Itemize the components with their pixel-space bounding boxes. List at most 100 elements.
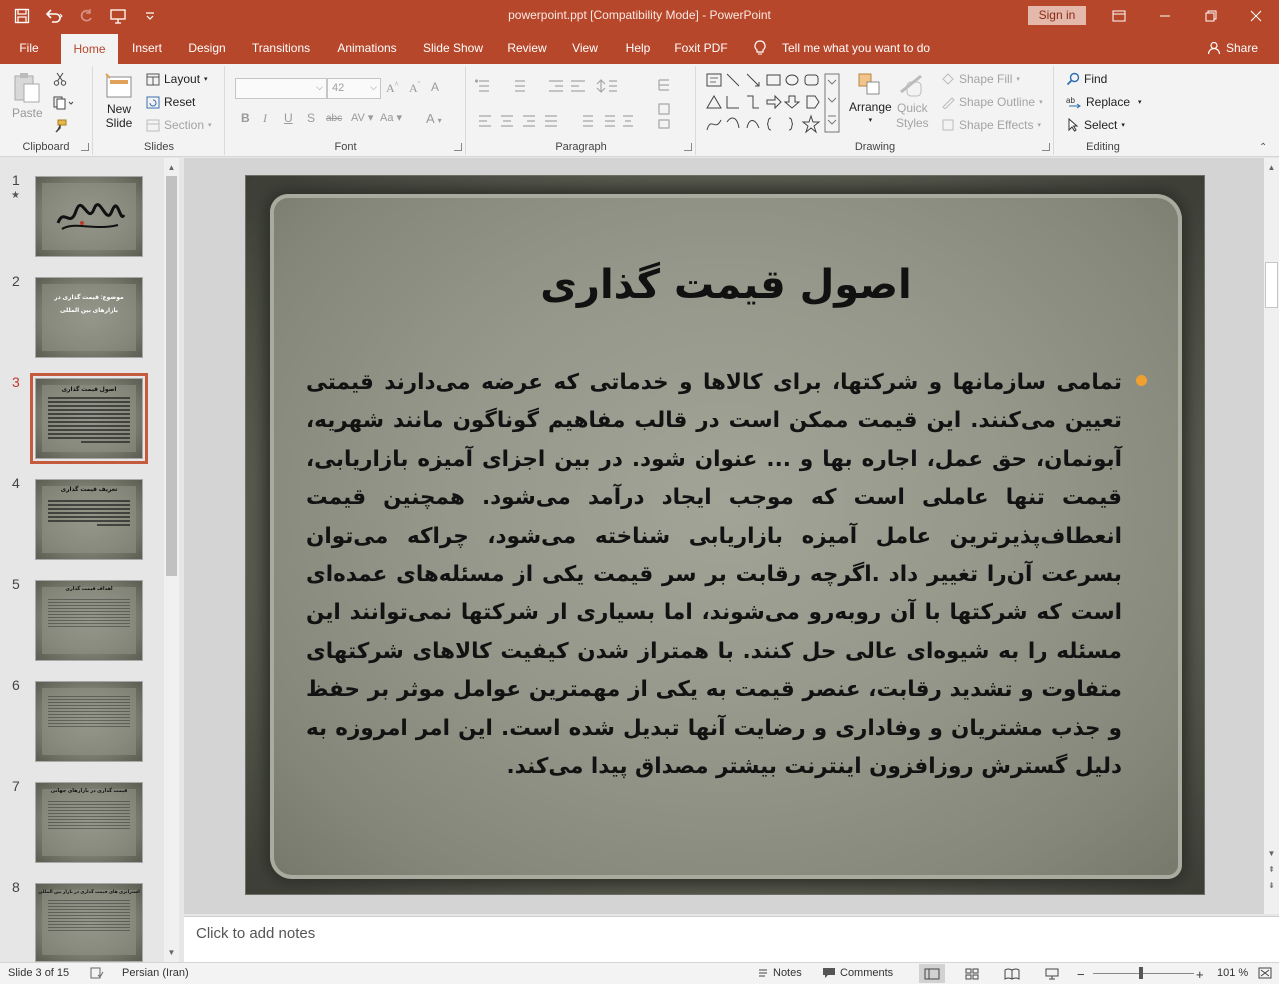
scroll-down-icon[interactable]: ▼: [164, 945, 179, 960]
paste-button[interactable]: Paste: [12, 72, 43, 120]
tab-home[interactable]: Home: [61, 34, 118, 66]
scroll-up-icon[interactable]: ▲: [164, 160, 179, 175]
scroll-down-icon[interactable]: ▼: [1264, 846, 1279, 861]
slide-thumbnail-7[interactable]: قیمت گذاری در بازارهای جهانی: [35, 782, 143, 863]
tab-file[interactable]: File: [8, 32, 50, 64]
sign-in-button[interactable]: Sign in: [1028, 6, 1086, 25]
tab-foxit-pdf[interactable]: Foxit PDF: [670, 32, 732, 64]
language-indicator[interactable]: Persian (Iran): [122, 967, 189, 979]
zoom-out-icon[interactable]: −: [1077, 967, 1085, 982]
clipboard-launcher-icon[interactable]: [81, 143, 89, 151]
save-icon[interactable]: [10, 5, 34, 27]
paragraph-launcher-icon[interactable]: [684, 143, 692, 151]
slide-sorter-view-icon[interactable]: [959, 964, 985, 983]
notes-pane[interactable]: Click to add notes: [184, 916, 1279, 962]
tab-insert[interactable]: Insert: [124, 32, 170, 64]
slide-thumbnail-6[interactable]: [35, 681, 143, 762]
slide-thumbnail-1[interactable]: [35, 176, 143, 257]
tell-me-box[interactable]: Tell me what you want to do: [754, 32, 930, 64]
tab-view[interactable]: View: [565, 32, 605, 64]
zoom-slider[interactable]: [1093, 973, 1194, 974]
replace-button[interactable]: ab Replace ▾: [1066, 95, 1142, 109]
normal-view-icon[interactable]: [919, 964, 945, 983]
start-from-beginning-icon[interactable]: [106, 5, 130, 27]
slide-thumbnail-5[interactable]: اهداف قیمت گذاری: [35, 580, 143, 661]
slide-title[interactable]: اصول قیمت گذاری: [246, 262, 1204, 308]
spell-check-icon[interactable]: [90, 967, 104, 979]
quick-styles-label-2: Styles: [896, 116, 929, 130]
drawing-launcher-icon[interactable]: [1042, 143, 1050, 151]
zoom-in-icon[interactable]: +: [1196, 967, 1204, 982]
quick-styles-button[interactable]: Quick Styles: [896, 72, 929, 130]
tab-review[interactable]: Review: [501, 32, 553, 64]
slide-thumbnail-4[interactable]: تعریف قیمت گذاری: [35, 479, 143, 560]
tab-slide-show[interactable]: Slide Show: [417, 32, 489, 64]
zoom-slider-thumb[interactable]: [1139, 967, 1143, 979]
section-button[interactable]: Section ▾: [146, 118, 212, 132]
slide-show-view-icon[interactable]: [1039, 964, 1065, 983]
tab-design[interactable]: Design: [181, 32, 233, 64]
bold-icon[interactable]: B: [241, 111, 250, 125]
italic-icon[interactable]: I: [263, 111, 267, 126]
slide-scrollbar[interactable]: ▲ ▼ ⇞ ⇟: [1264, 158, 1279, 914]
minimize-icon[interactable]: [1142, 0, 1188, 32]
share-button[interactable]: Share: [1207, 32, 1258, 64]
font-size-select[interactable]: 42 ⌵: [327, 78, 381, 99]
tab-help[interactable]: Help: [617, 32, 659, 64]
change-case-icon[interactable]: Aa ▾: [380, 111, 402, 124]
next-slide-icon[interactable]: ⇟: [1264, 878, 1279, 893]
paragraph-group: Paragraph: [467, 66, 696, 155]
font-launcher-icon[interactable]: [454, 143, 462, 151]
close-icon[interactable]: [1233, 0, 1279, 32]
find-button[interactable]: Find: [1066, 72, 1107, 86]
cut-icon[interactable]: [53, 72, 67, 86]
new-slide-button[interactable]: New Slide: [104, 72, 134, 130]
customize-toolbar-icon[interactable]: [138, 5, 162, 27]
reset-icon: [146, 96, 160, 108]
zoom-level[interactable]: 101 %: [1217, 967, 1248, 979]
slide-thumbnail-2[interactable]: موضوع: قیمت گذاری در بازارهای بین المللی: [35, 277, 143, 358]
scroll-up-icon[interactable]: ▲: [1264, 160, 1279, 175]
font-color-icon[interactable]: A ▾: [426, 111, 442, 126]
redo-icon[interactable]: [74, 5, 98, 27]
undo-icon[interactable]: [42, 5, 66, 27]
grow-font-icon[interactable]: A^: [386, 80, 398, 96]
thumbnails-scrollbar[interactable]: ▲ ▼: [164, 158, 179, 962]
shape-effects-button[interactable]: Shape Effects ▾: [941, 118, 1041, 132]
scrollbar-thumb[interactable]: [166, 176, 177, 576]
underline-icon[interactable]: U: [284, 111, 293, 125]
shape-outline-button[interactable]: Shape Outline ▾: [941, 95, 1043, 109]
arrange-button[interactable]: Arrange ▾: [849, 72, 892, 124]
slide-body-text[interactable]: تمامی سازمانها و شرکتها، برای کالاها و خ…: [306, 364, 1122, 834]
character-spacing-icon[interactable]: AV ▾: [351, 111, 373, 124]
layout-button[interactable]: Layout ▾: [146, 72, 208, 86]
select-button[interactable]: Select ▾: [1066, 118, 1125, 132]
clear-formatting-icon[interactable]: A: [431, 80, 439, 94]
thumb-number: 7: [12, 778, 20, 794]
tab-animations[interactable]: Animations: [328, 32, 406, 64]
slide-thumbnail-3[interactable]: اصول قیمت گذاری: [30, 373, 148, 464]
shrink-font-icon[interactable]: Aˇ: [409, 80, 420, 96]
font-name-select[interactable]: ⌵: [235, 78, 327, 99]
shape-fill-button[interactable]: Shape Fill ▾: [941, 72, 1020, 86]
current-slide[interactable]: اصول قیمت گذاری تمامی سازمانها و شرکتها،…: [245, 175, 1205, 895]
slide-thumbnail-8[interactable]: استراتژی های قیمت گذاری در بازار بین الم…: [35, 883, 143, 962]
format-painter-icon[interactable]: [53, 119, 67, 133]
notes-button[interactable]: Notes: [757, 967, 802, 979]
comments-button[interactable]: Comments: [822, 967, 893, 979]
shapes-gallery[interactable]: [705, 72, 840, 134]
reset-button[interactable]: Reset: [146, 95, 195, 109]
copy-icon[interactable]: [53, 96, 75, 110]
reading-view-icon[interactable]: [999, 964, 1025, 983]
fit-slide-icon[interactable]: [1258, 967, 1272, 979]
tab-transitions[interactable]: Transitions: [245, 32, 317, 64]
ribbon-display-options-icon[interactable]: [1096, 0, 1142, 32]
text-shadow-icon[interactable]: S: [307, 111, 315, 125]
cursor-icon: [1068, 118, 1079, 132]
scrollbar-thumb[interactable]: [1265, 262, 1278, 308]
collapse-ribbon-icon[interactable]: ⌃: [1259, 142, 1267, 153]
restore-icon[interactable]: [1188, 0, 1234, 32]
previous-slide-icon[interactable]: ⇞: [1264, 862, 1279, 877]
strikethrough-icon[interactable]: abc: [326, 113, 342, 124]
thumb-number: 5: [12, 576, 20, 592]
